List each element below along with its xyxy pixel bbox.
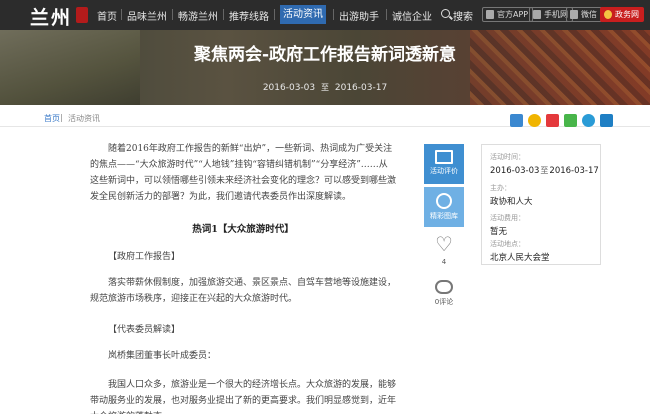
like-count: 4 (441, 258, 447, 266)
time-value: 2016-03-03至2016-03-17 (490, 165, 599, 176)
wechat-button[interactable]: 微信 (566, 7, 602, 22)
national-emblem-icon (604, 10, 612, 19)
time-label: 活动时间： (490, 153, 525, 161)
nav-item-trusted-enterprises[interactable]: 诚信企业 (392, 8, 432, 23)
mobile-site-label: 手机网 (544, 10, 568, 19)
nav-divider (386, 9, 387, 20)
nav-item-tour-lanzhou[interactable]: 畅游兰州 (178, 8, 218, 23)
nav-item-home[interactable]: 首页 (97, 8, 117, 23)
event-info-panel: 活动时间： 2016-03-03至2016-03-17 主办： 政协和人大 活动… (481, 144, 601, 265)
nav-item-travel-assistant[interactable]: 出游助手 (339, 8, 379, 23)
comment-bubble-icon (435, 280, 453, 294)
date-range-separator: 至 (321, 83, 329, 92)
share-qzone-icon[interactable] (528, 114, 541, 127)
event-start-date: 2016-03-03 (262, 83, 316, 93)
share-weibo-icon[interactable] (546, 114, 559, 127)
share-qq-icon[interactable] (582, 114, 595, 127)
report-tag: 【政府工作报告】 (108, 252, 181, 262)
share-wechat-icon[interactable] (564, 114, 577, 127)
info-date-separator: 至 (540, 166, 549, 175)
nav-item-activity-news[interactable]: 活动资讯 (280, 5, 326, 24)
wechat-icon (570, 10, 578, 19)
search-icon[interactable] (441, 9, 450, 18)
gov-site-label: 政务网 (615, 10, 639, 19)
nav-divider (223, 9, 224, 20)
comment-count: 0评论 (434, 298, 454, 306)
gov-site-button[interactable]: 政务网 (600, 7, 644, 22)
reading-tag: 【代表委员解读】 (108, 325, 181, 335)
nav-divider (274, 9, 275, 20)
nav-divider (333, 9, 334, 20)
review-icon (435, 150, 453, 164)
phone-icon (486, 10, 494, 19)
heart-icon: ♡ (435, 232, 453, 256)
organizer-value: 政协和人大 (490, 197, 533, 207)
organizer-label: 主办： (490, 184, 511, 192)
breadcrumb: 首页 | 活动资讯 (0, 111, 650, 127)
nav-divider (121, 9, 122, 20)
site-logo[interactable]: 兰州 (30, 3, 72, 30)
article-heading: 热词1【大众旅游时代】 (192, 224, 294, 235)
gallery-icon (436, 193, 452, 209)
article-paragraph: 我国人口众多，旅游业是一个很大的经济增长点。大众旅游的发展，能够带动服务业的发展… (90, 380, 397, 414)
event-title: 聚焦两会-政府工作报告新词透新意 (193, 45, 457, 65)
event-date-range: 2016-03-03 至 2016-03-17 (0, 82, 650, 93)
breadcrumb-separator: | (60, 113, 63, 122)
venue-label: 活动地点： (490, 240, 525, 248)
breadcrumb-current[interactable]: 活动资讯 (68, 113, 100, 124)
event-end-date: 2016-03-17 (334, 83, 388, 93)
event-banner: 聚焦两会-政府工作报告新词透新意 2016-03-03 至 2016-03-17 (0, 30, 650, 105)
comment-button[interactable]: 0评论 (424, 276, 464, 307)
nav-item-taste-lanzhou[interactable]: 品味兰州 (127, 8, 167, 23)
share-plus-icon[interactable] (510, 114, 523, 127)
cost-value: 暂无 (490, 227, 508, 237)
wechat-label: 微信 (581, 10, 597, 19)
info-end-date: 2016-03-17 (549, 166, 599, 176)
search-link[interactable]: 搜索 (453, 8, 473, 23)
mobile-icon (533, 10, 541, 19)
breadcrumb-home-link[interactable]: 首页 (44, 113, 60, 124)
nav-divider (172, 9, 173, 20)
photo-gallery-button[interactable]: 精彩图库 (424, 187, 464, 227)
cost-label: 活动费用： (490, 214, 525, 222)
official-app-label: 官方APP (497, 10, 529, 19)
like-button[interactable]: ♡ 4 (424, 233, 464, 266)
photo-gallery-label: 精彩图库 (430, 212, 458, 220)
top-navigation-bar: 兰州 首页 品味兰州 畅游兰州 推荐线路 活动资讯 出游助手 诚信企业 搜索 官… (0, 0, 650, 30)
activity-review-button[interactable]: 活动评价 (424, 144, 464, 184)
logo-seal-icon (76, 7, 88, 23)
nav-item-recommended-routes[interactable]: 推荐线路 (229, 8, 269, 23)
share-email-icon[interactable] (600, 114, 613, 127)
official-app-button[interactable]: 官方APP (482, 7, 534, 22)
info-start-date: 2016-03-03 (490, 166, 540, 176)
activity-review-label: 活动评价 (430, 167, 458, 175)
venue-value: 北京人民大会堂 (490, 253, 550, 263)
report-text: 落实带薪休假制度，加强旅游交通、景区景点、自驾车营地等设施建设，规范旅游市场秩序… (90, 278, 397, 304)
article-intro: 随着2016年政府工作报告的新鲜“出炉”，一些新词、热词成为广受关注的焦点——“… (90, 144, 397, 202)
speaker-line: 岚桥集团董事长叶成委员： (108, 351, 217, 361)
